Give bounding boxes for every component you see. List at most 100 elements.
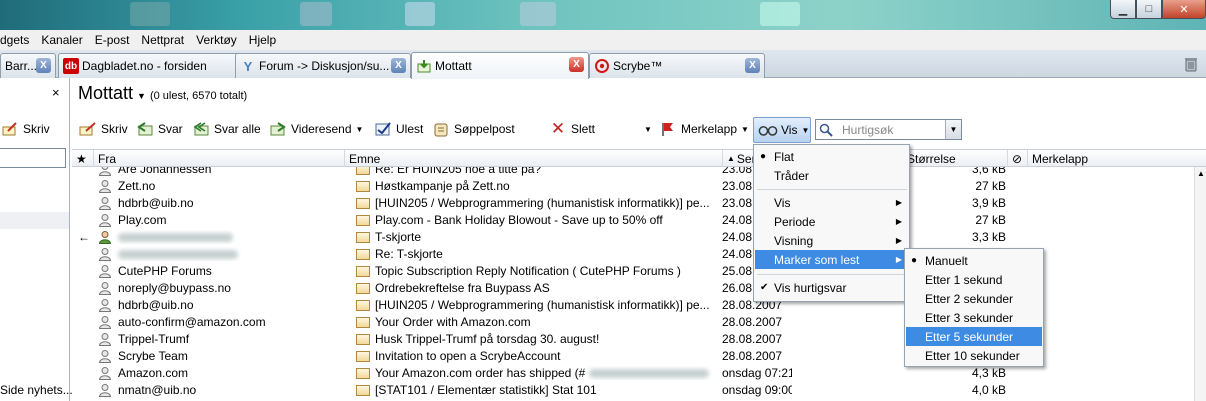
- maximize-button[interactable]: □: [1136, 0, 1162, 19]
- tab-dagbladet[interactable]: db Dagbladet.no - forsiden X: [58, 53, 258, 78]
- reply-all-button[interactable]: Svar alle: [191, 118, 261, 140]
- submenu-item-5s[interactable]: Etter 5 sekunder: [906, 327, 1042, 346]
- write-button[interactable]: Skriv: [78, 118, 128, 140]
- left-folder-row[interactable]: [0, 212, 69, 229]
- left-search-input[interactable]: [0, 148, 66, 168]
- table-row[interactable]: hdbrb@uib.no [HUIN205 / Webprogrammering …: [72, 195, 1194, 212]
- redacted-sender: [118, 249, 238, 259]
- menu-kanaler[interactable]: Kanaler: [35, 33, 88, 47]
- reply-button[interactable]: Svar: [135, 118, 183, 140]
- reply-icon: [135, 120, 155, 138]
- scroll-up-icon[interactable]: ▲: [1197, 169, 1205, 178]
- message-from: Trippel-Trumf: [98, 332, 338, 346]
- table-row[interactable]: Amazon.com Your Amazon.com order has ship…: [72, 365, 1194, 382]
- menu-item-quick-reply[interactable]: ✔ Vis hurtigsvar: [755, 278, 908, 297]
- left-folder-row[interactable]: [0, 229, 69, 246]
- menu-bar: dgets Kanaler E-post Nettprat Verktøy Hj…: [0, 30, 1206, 50]
- tab-scrybe[interactable]: Scrybe™ X: [589, 53, 765, 78]
- message-date: 28.08.2007: [722, 315, 783, 329]
- submenu-item-1s[interactable]: Etter 1 sekund: [906, 270, 1042, 289]
- chevron-down-icon[interactable]: ▼: [741, 125, 749, 134]
- vertical-scrollbar[interactable]: ▲: [1194, 167, 1206, 401]
- menu-widgets[interactable]: dgets: [0, 33, 35, 47]
- label-column-header[interactable]: Merkelapp: [1028, 150, 1206, 167]
- menu-hjelp[interactable]: Hjelp: [243, 33, 282, 47]
- delete-icon: ✕: [550, 119, 566, 138]
- submenu-item-3s[interactable]: Etter 3 sekunder: [906, 308, 1042, 327]
- tab-close-button[interactable]: X: [36, 58, 51, 73]
- trash-icon[interactable]: [1184, 56, 1198, 72]
- table-row[interactable]: Play.com Play.com - Bank Holiday Blowout …: [72, 212, 1194, 229]
- envelope-icon: [356, 384, 370, 396]
- message-subject: [HUIN205 / Webprogrammering (humanistisk…: [356, 196, 716, 210]
- label-button[interactable]: Merkelapp ▼: [658, 118, 749, 140]
- desktop-blur: [405, 2, 435, 26]
- minimize-button[interactable]: ▁: [1110, 0, 1136, 19]
- forward-button[interactable]: Videresend ▼: [268, 118, 363, 140]
- junk-button[interactable]: Søppelpost: [431, 118, 515, 140]
- table-row[interactable]: nmatn@uib.no [STAT101 / Elementær statist…: [72, 382, 1194, 399]
- menu-epost[interactable]: E-post: [89, 33, 136, 47]
- list-header: ★ Fra Emne ▲ Send Størrelse ⊘ Merkelapp: [72, 149, 1206, 167]
- scrybe-icon: [594, 58, 610, 74]
- message-from: Are Johannessen: [98, 167, 338, 176]
- view-button[interactable]: Vis ▼: [753, 117, 811, 143]
- menu-verktoy[interactable]: Verktøy: [190, 33, 243, 47]
- message-size: 4,0 kB: [971, 383, 1006, 397]
- from-column-header[interactable]: Fra: [94, 150, 345, 167]
- attachment-column-header[interactable]: ⊘: [1008, 150, 1028, 167]
- star-column-header[interactable]: ★: [72, 150, 94, 167]
- search-dropdown-icon[interactable]: ▼: [945, 120, 961, 139]
- view-menu: ● Flat Tråder Vis ▶ Periode ▶ Visning ▶ Mark…: [753, 144, 910, 302]
- folder-dropdown-icon[interactable]: ▼: [137, 91, 146, 101]
- message-from: [98, 230, 338, 244]
- message-from: Scrybe Team: [98, 349, 338, 363]
- message-size: 3,3 kB: [971, 230, 1006, 244]
- table-row[interactable]: ← T-skjorte 24.08. 3,3 kB: [72, 229, 1194, 246]
- message-subject: Husk Trippel-Trumf på torsdag 30. august…: [356, 332, 716, 346]
- tab-mottatt[interactable]: Mottatt X: [411, 52, 589, 79]
- delete-button[interactable]: ✕ Slett: [548, 118, 595, 140]
- desktop-blur: [300, 2, 332, 26]
- size-column-header[interactable]: Størrelse: [903, 150, 1008, 167]
- message-subject: T-skjorte: [356, 230, 716, 244]
- desktop-blur: [130, 2, 170, 26]
- menu-item-flat[interactable]: ● Flat: [755, 147, 908, 166]
- close-window-button[interactable]: ✕: [1162, 0, 1206, 19]
- message-from: noreply@buypass.no: [98, 281, 338, 295]
- submenu-item-2s[interactable]: Etter 2 sekunder: [906, 289, 1042, 308]
- tab-close-button[interactable]: X: [569, 57, 584, 72]
- envelope-icon: [356, 214, 370, 226]
- message-subject: Your Order with Amazon.com: [356, 315, 716, 329]
- left-write-button[interactable]: Skriv: [0, 120, 50, 138]
- tab-barr[interactable]: Barr... X: [0, 53, 56, 78]
- submenu-item-10s[interactable]: Etter 10 sekunder: [906, 346, 1042, 365]
- checkmark-icon: ✔: [760, 282, 769, 293]
- submenu-item-manual[interactable]: ● Manuelt: [906, 251, 1042, 270]
- close-panel-icon[interactable]: ×: [52, 85, 60, 100]
- menu-item-period[interactable]: Periode ▶: [755, 212, 908, 231]
- table-row[interactable]: Zett.no Høstkampanje på Zett.no 23.08. 27 k…: [72, 178, 1194, 195]
- tab-forum[interactable]: Y Forum -> Diskusjon/su... X: [235, 53, 411, 78]
- message-from: Play.com: [98, 213, 338, 227]
- menu-nettprat[interactable]: Nettprat: [135, 33, 190, 47]
- menu-item-display[interactable]: Visning ▶: [755, 231, 908, 250]
- tab-close-button[interactable]: X: [745, 58, 760, 73]
- menu-separator: [757, 189, 907, 190]
- tab-close-button[interactable]: X: [391, 58, 406, 73]
- desktop-blur: [520, 2, 556, 26]
- delete-dropdown[interactable]: ▼: [640, 118, 652, 140]
- menu-item-threads[interactable]: Tråder: [755, 166, 908, 185]
- table-row[interactable]: Are Johannessen Re: Er HUIN205 noe å titt…: [72, 167, 1194, 178]
- message-subject: Re: Er HUIN205 noe å titte på?: [356, 167, 716, 176]
- message-size: 4,3 kB: [971, 366, 1006, 380]
- menu-item-mark-read[interactable]: Marker som lest ▶: [755, 250, 908, 269]
- quick-search-input[interactable]: Hurtigsøk ▼: [815, 119, 962, 140]
- mark-unread-button[interactable]: Ulest: [373, 118, 423, 140]
- left-news-item[interactable]: Side nyhets...: [0, 383, 73, 397]
- message-subject: Invitation to open a ScrybeAccount: [356, 349, 716, 363]
- subject-column-header[interactable]: Emne: [345, 150, 723, 167]
- menu-item-vis[interactable]: Vis ▶: [755, 193, 908, 212]
- chevron-down-icon[interactable]: ▼: [356, 125, 364, 134]
- inbox-icon: [416, 58, 432, 74]
